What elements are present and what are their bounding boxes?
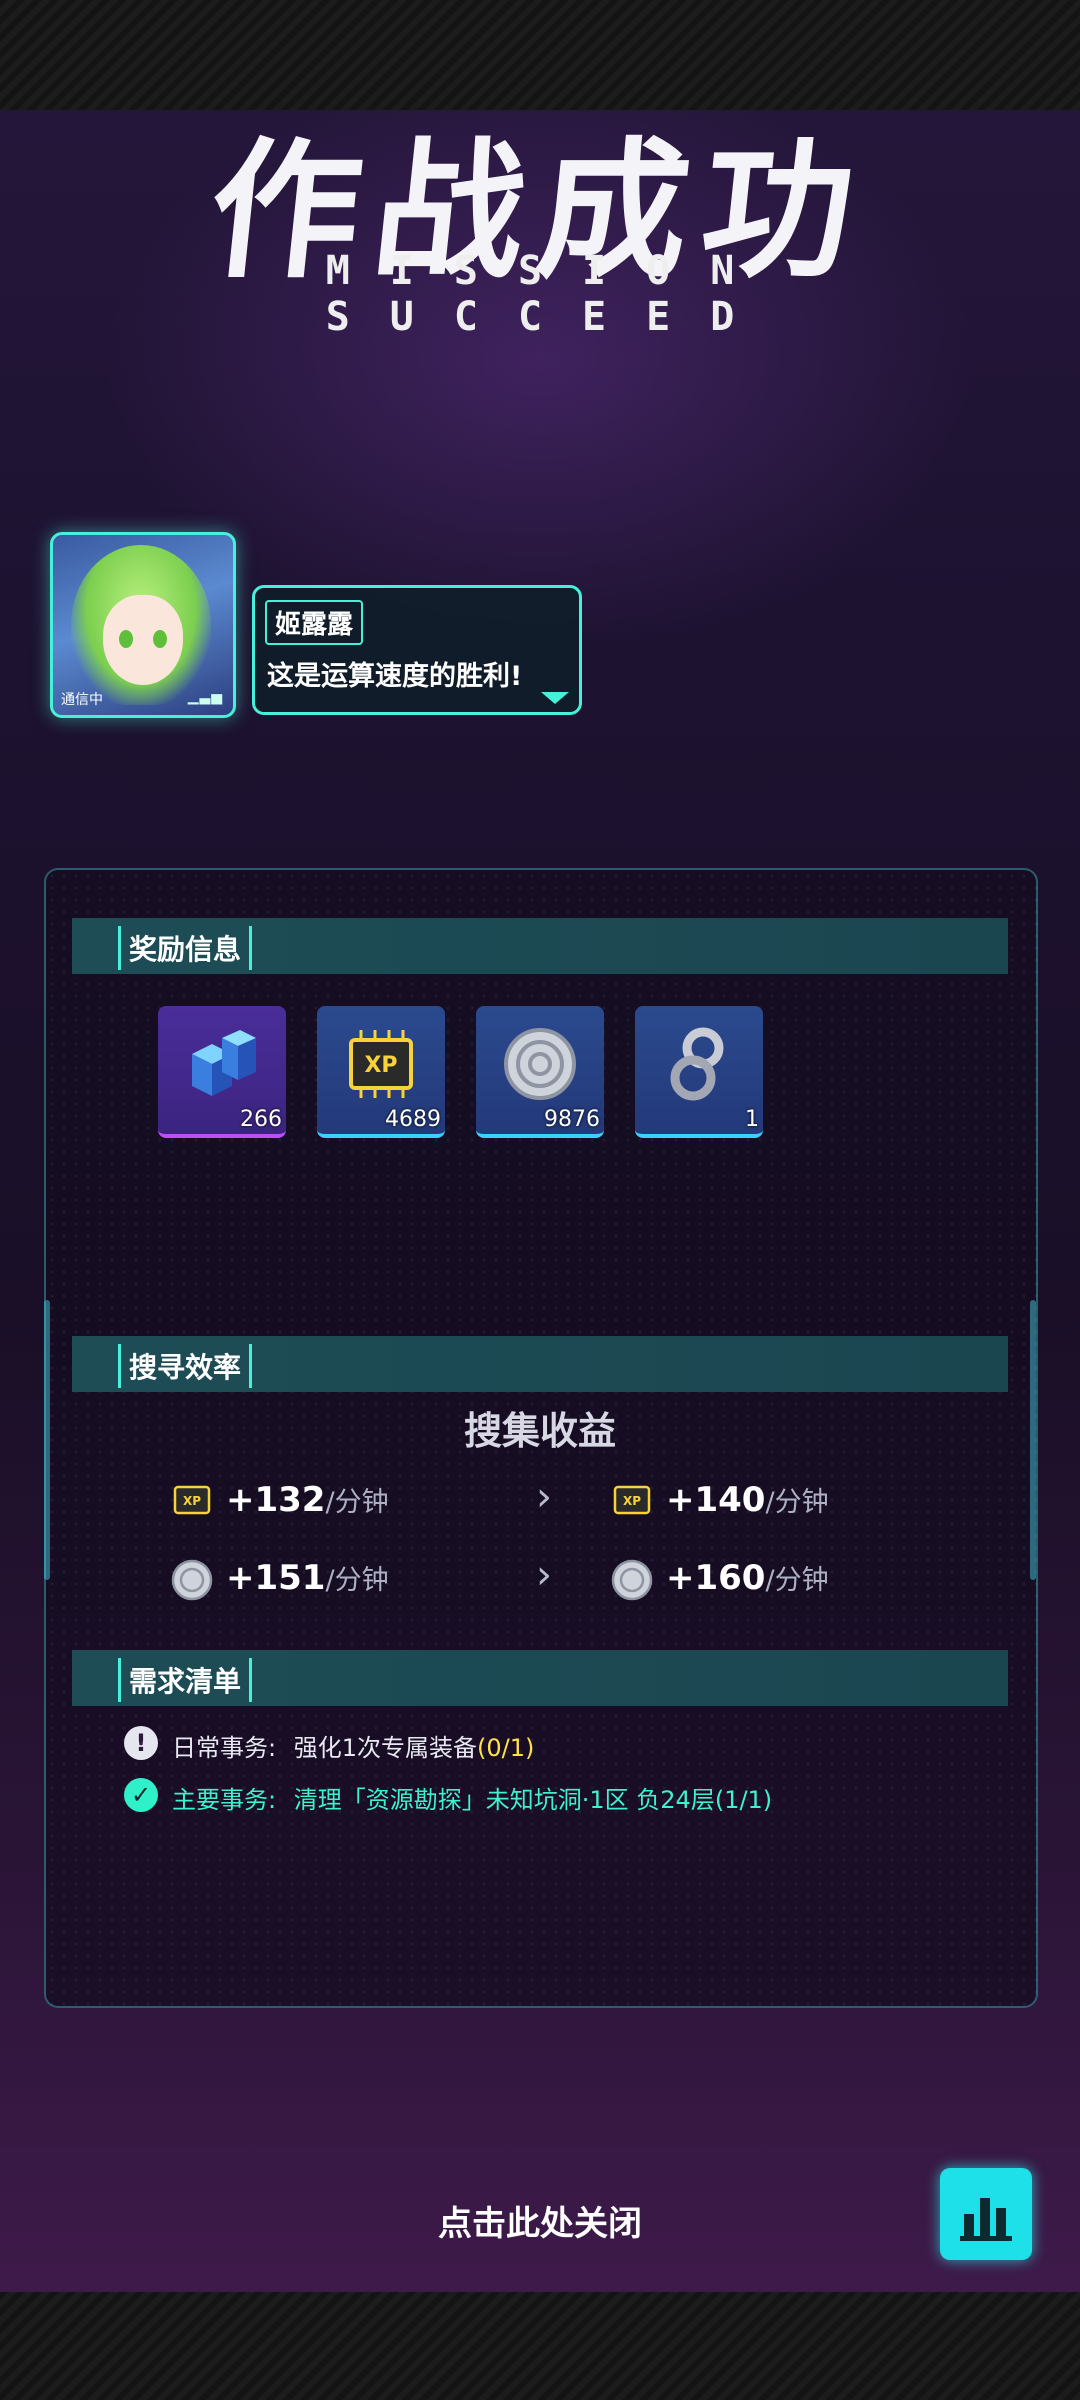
task-type: 主要事务: <box>172 1786 277 1814</box>
rewards-section-header: 奖励信息 <box>72 918 1008 974</box>
continue-indicator-icon <box>541 692 569 704</box>
svg-text:XP: XP <box>364 1053 397 1078</box>
chevron-right-icon: › <box>536 1552 552 1598</box>
coin-icon <box>611 1559 653 1601</box>
reward-item[interactable]: 1 <box>635 1006 763 1138</box>
requirements-section-label: 需求清单 <box>118 1658 253 1702</box>
xp-chip-icon: XP <box>349 1030 413 1098</box>
efficiency-to: +160/分钟 <box>666 1558 829 1598</box>
task-progress: (0/1) <box>477 1734 535 1762</box>
reward-quantity: 4689 <box>385 1107 441 1132</box>
signal-icon: ▁▃▅ <box>187 689 223 705</box>
coin-icon <box>171 1559 213 1601</box>
reward-quantity: 266 <box>240 1107 282 1132</box>
dialogue-message: 这是运算速度的胜利! <box>267 661 523 692</box>
avatar-eye <box>119 630 133 648</box>
reward-quantity: 1 <box>745 1107 759 1132</box>
avatar-face <box>103 595 183 685</box>
xp-chip-icon: XP <box>173 1485 211 1515</box>
efficiency-title: 搜集收益 <box>463 1409 616 1453</box>
speaker-name: 姬露露 <box>265 600 364 645</box>
bottom-nav-band <box>0 2292 1080 2400</box>
efficiency-from: +132/分钟 <box>226 1480 389 1520</box>
task-desc: 清理「资源勘探」未知坑洞·1区 负24层 <box>293 1786 715 1814</box>
tap-to-close-button[interactable]: 点击此处关闭 <box>0 2196 1080 2245</box>
reward-item[interactable]: 266 <box>158 1006 286 1138</box>
comm-status: 通信中 <box>61 692 103 708</box>
bar-chart-icon <box>960 2198 1012 2241</box>
reward-item[interactable]: XP 4689 <box>317 1006 445 1138</box>
avatar-eye <box>153 630 167 648</box>
svg-text:XP: XP <box>623 1494 641 1508</box>
character-avatar: 通信中 ▁▃▅ <box>50 532 236 718</box>
reward-quantity: 9876 <box>544 1107 600 1132</box>
stats-button[interactable] <box>940 2168 1032 2260</box>
task-desc: 强化1次专属装备 <box>293 1734 478 1762</box>
task-type: 日常事务: <box>172 1734 277 1762</box>
coin-icon <box>504 1028 576 1100</box>
task-text: 日常事务: 强化1次专属装备(0/1) <box>172 1728 534 1763</box>
reward-item[interactable]: 9876 <box>476 1006 604 1138</box>
efficiency-from: +151/分钟 <box>226 1558 389 1598</box>
chevron-right-icon: › <box>536 1474 552 1520</box>
cube-icon <box>192 1030 256 1096</box>
xp-chip-icon: XP <box>613 1485 651 1515</box>
page-title-en: MISSION SUCCEED <box>325 248 775 340</box>
rewards-section-label: 奖励信息 <box>118 926 253 970</box>
infinity-ring-icon <box>670 1027 724 1101</box>
requirements-section-header: 需求清单 <box>72 1650 1008 1706</box>
efficiency-section-label: 搜寻效率 <box>118 1344 253 1388</box>
speech-bubble: 姬露露 这是运算速度的胜利! <box>252 585 582 715</box>
task-text: 主要事务: 清理「资源勘探」未知坑洞·1区 负24层(1/1) <box>172 1780 772 1815</box>
efficiency-to: +140/分钟 <box>666 1480 829 1520</box>
task-progress: (1/1) <box>714 1786 773 1814</box>
check-icon: ✓ <box>124 1778 158 1812</box>
exclamation-icon: ! <box>124 1726 158 1760</box>
svg-text:XP: XP <box>183 1494 201 1508</box>
efficiency-section-header: 搜寻效率 <box>72 1336 1008 1392</box>
